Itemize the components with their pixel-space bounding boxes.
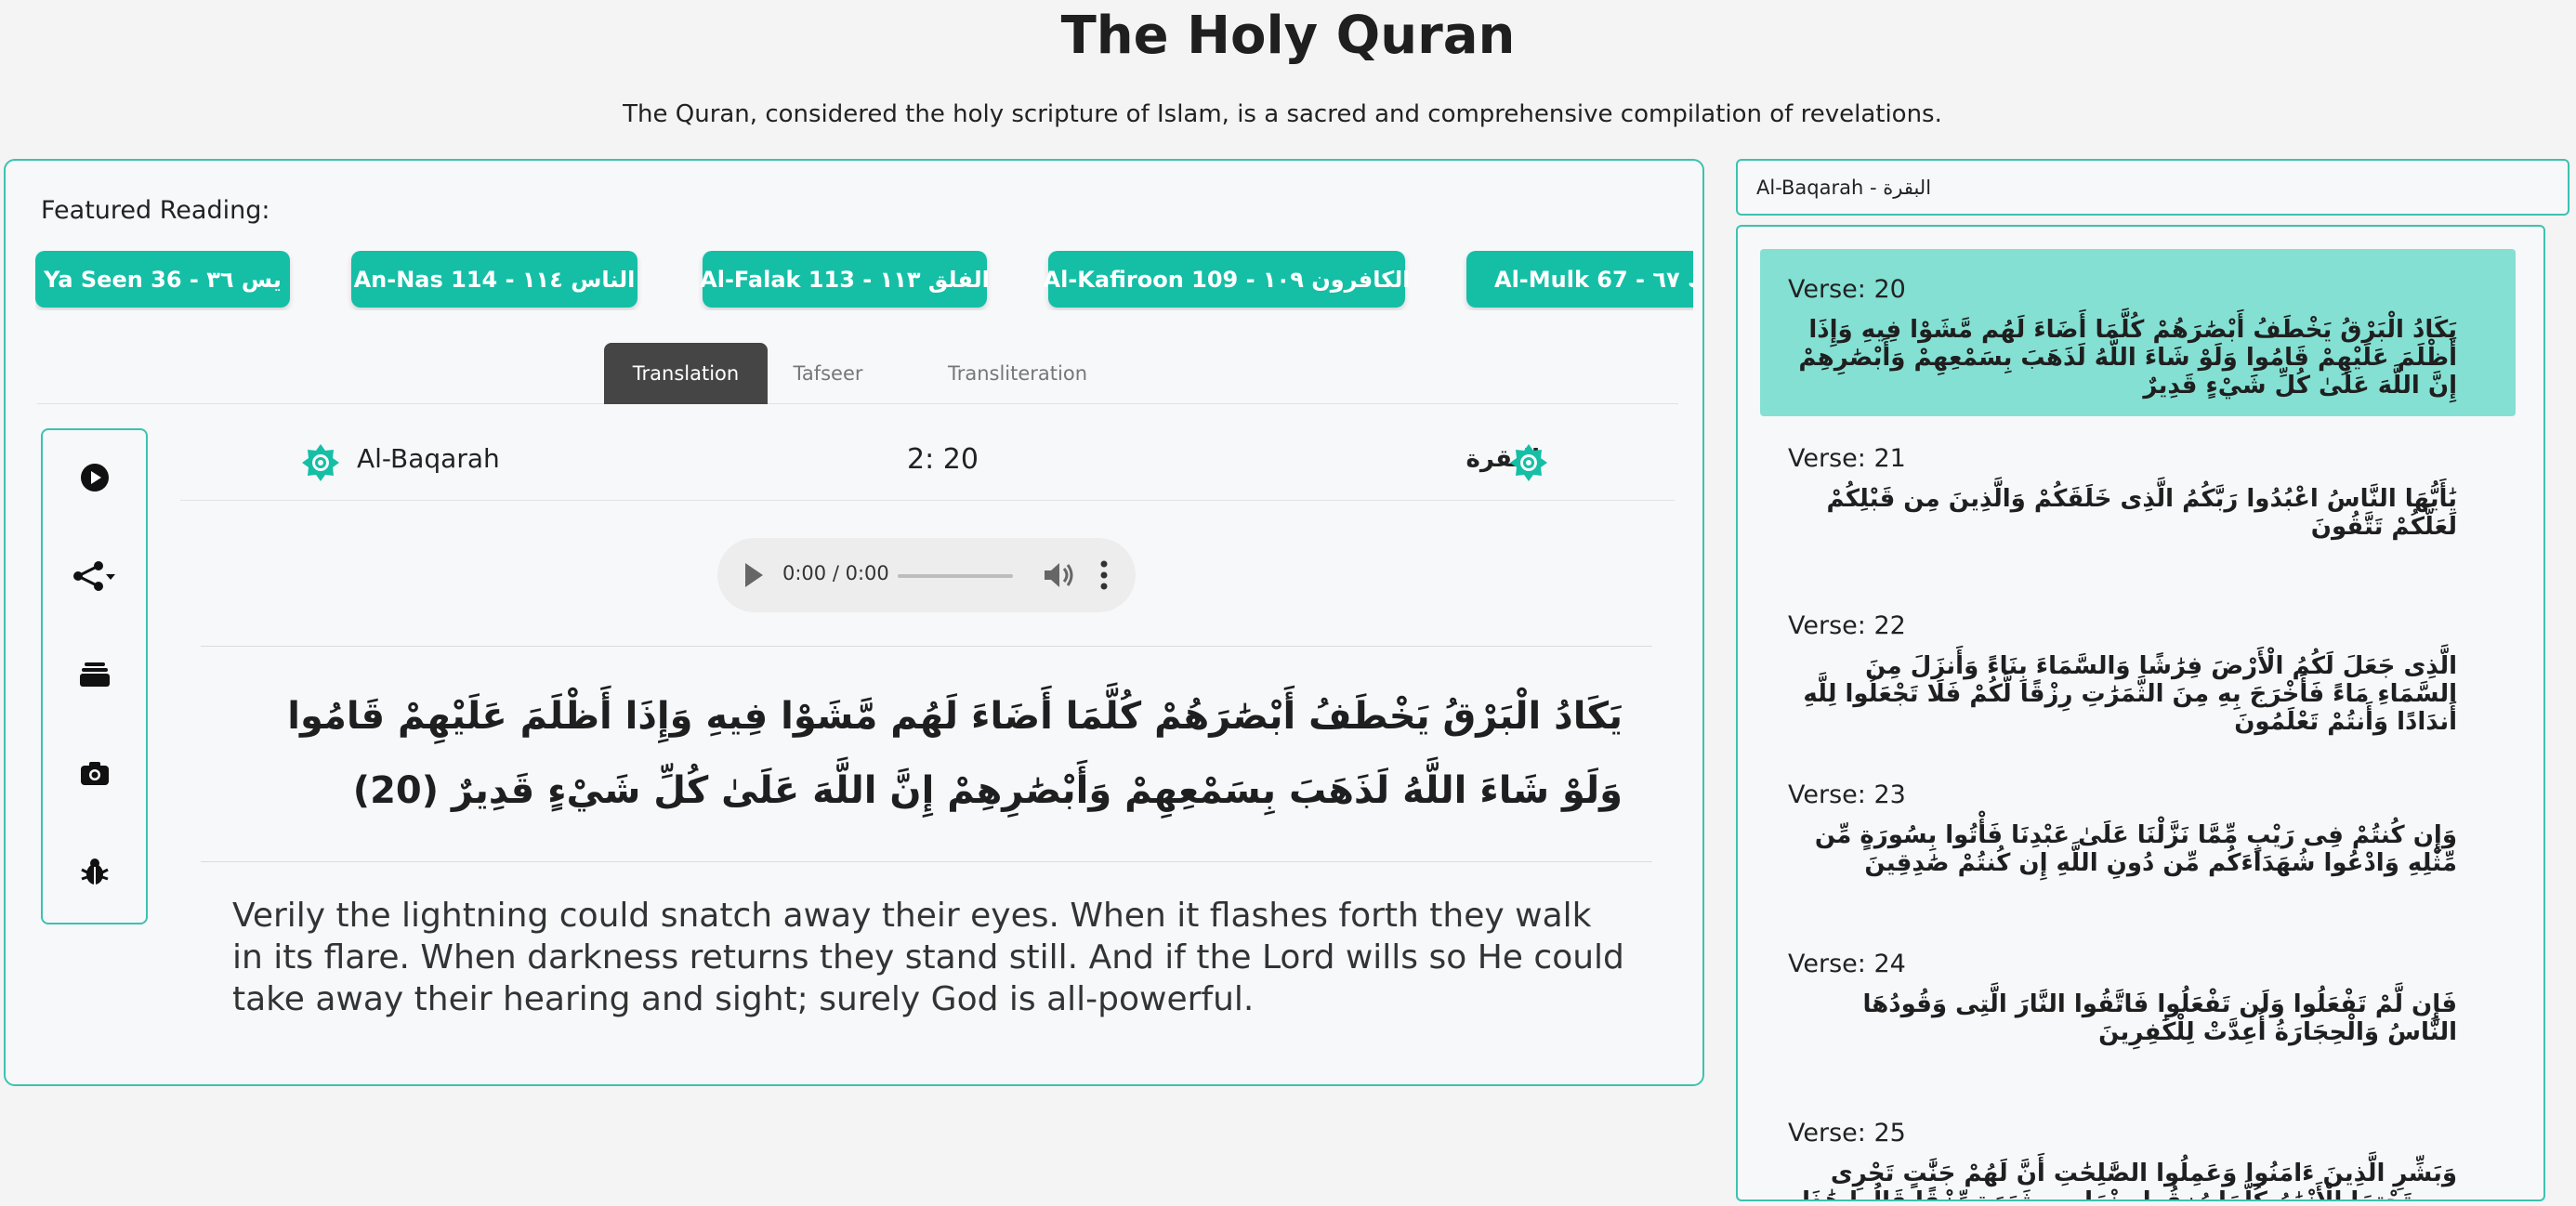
verse-label: Verse: 24 (1788, 950, 1906, 978)
verse-list: Verse: 20 يَكَادُ الْبَرْقُ يَخْطَفُ أَب… (1736, 225, 2545, 1201)
verse-toolbar (41, 428, 148, 924)
play-icon (80, 464, 109, 492)
verse-list-item[interactable]: Verse: 23 وَإِن كُنتُمْ فِى رَيْبٍ مِّمَ… (1760, 754, 2516, 922)
verse-label: Verse: 23 (1788, 780, 1906, 809)
verse-arabic-preview: يَٰأَيُّهَا النَّاسُ اعْبُدُوا رَبَّكُمُ… (1826, 485, 2457, 541)
bug-icon (80, 859, 109, 885)
audio-player[interactable]: 0:00 / 0:00 (717, 538, 1136, 612)
verse-arabic-preview: وَإِن كُنتُمْ فِى رَيْبٍ مِّمَّا نَزَّلْ… (1814, 821, 2457, 877)
featured-chip-al-kafiroon[interactable]: Al-Kafiroon 109 - الكافرون ١٠٩ (1044, 251, 1410, 308)
verse-reference: 2: 20 (907, 443, 979, 476)
tab-translation[interactable]: Translation (604, 343, 768, 404)
featured-chip-ya-seen[interactable]: Ya Seen 36 - يس ٣٦ (35, 251, 290, 308)
verse-arabic-preview: الَّذِى جَعَلَ لَكُمُ الْأَرْضَ فِرَٰشًا… (1803, 652, 2457, 736)
featured-chip-al-mulk[interactable]: Al-Mulk 67 - الملك ٦٧ (1466, 251, 1693, 308)
volume-icon[interactable] (1043, 560, 1074, 590)
verse-arabic-preview: فَإِن لَّمْ تَفْعَلُوا وَلَن تَفْعَلُوا … (1862, 990, 2457, 1046)
surah-star-icon (302, 444, 339, 481)
screenshot-button[interactable] (43, 750, 146, 796)
verse-header: Al-Baqarah 2: 20 البقرة (180, 423, 1675, 501)
reading-card: Featured Reading: Ya Seen 36 - يس ٣٦ An-… (4, 159, 1704, 1086)
verse-list-item[interactable]: Verse: 20 يَكَادُ الْبَرْقُ يَخْطَفُ أَب… (1760, 249, 2516, 416)
featured-chip-an-nas[interactable]: An-Nas 114 - الناس ١١٤ (351, 251, 637, 308)
featured-reading-title: Featured Reading: (41, 196, 270, 225)
verse-label: Verse: 25 (1788, 1119, 1906, 1147)
tab-tafseer[interactable]: Tafseer (768, 343, 888, 404)
divider (201, 861, 1652, 862)
content-tabs: Translation Tafseer Transliteration (37, 343, 1678, 404)
layers-icon (79, 662, 110, 687)
verse-arabic-text: يَكَادُ الْبَرْقُ يَخْطَفُ أَبْصَٰرَهُمْ… (287, 695, 1623, 812)
play-button[interactable] (43, 454, 146, 501)
verse-list-item[interactable]: Verse: 24 فَإِن لَّمْ تَفْعَلُوا وَلَن ت… (1760, 924, 2516, 1091)
surah-select[interactable]: Al-Baqarah - البقرة (1736, 159, 2569, 216)
audio-time: 0:00 / 0:00 (782, 562, 889, 584)
featured-chip-al-falak[interactable]: Al-Falak 113 - الفلق ١١٣ (700, 251, 990, 308)
audio-play-icon[interactable] (745, 563, 763, 587)
verse-list-item[interactable]: Verse: 21 يَٰأَيُّهَا النَّاسُ اعْبُدُوا… (1760, 418, 2516, 585)
more-options-icon[interactable] (1098, 558, 1110, 592)
verse-translation: Verily the lightning could snatch away t… (232, 897, 1624, 1018)
featured-reading-list: Ya Seen 36 - يس ٣٦ An-Nas 114 - الناس ١١… (35, 251, 1693, 310)
page-subtitle: The Quran, considered the holy scripture… (623, 100, 1942, 128)
collection-button[interactable] (43, 651, 146, 698)
verse-list-item[interactable]: Verse: 25 وَبَشِّرِ الَّذِينَ ءَامَنُوا … (1760, 1093, 2516, 1201)
verse-arabic-preview: يَكَادُ الْبَرْقُ يَخْطَفُ أَبْصَٰرَهُمْ… (1798, 316, 2457, 400)
audio-progress-bar[interactable] (898, 574, 1013, 578)
page-title: The Holy Quran (1060, 6, 1516, 66)
camera-icon (80, 762, 109, 785)
verse-list-item[interactable]: Verse: 22 الَّذِى جَعَلَ لَكُمُ الْأَرْض… (1760, 585, 2516, 753)
verse-label: Verse: 21 (1788, 444, 1906, 473)
verse-label: Verse: 22 (1788, 611, 1906, 640)
report-bug-button[interactable] (43, 848, 146, 895)
tab-transliteration[interactable]: Transliteration (929, 343, 1106, 404)
share-button[interactable] (43, 553, 146, 599)
surah-name: Al-Baqarah (357, 443, 500, 474)
surah-star-icon (1510, 444, 1547, 481)
verse-arabic-preview: وَبَشِّرِ الَّذِينَ ءَامَنُوا وَعَمِلُوا… (1802, 1160, 2457, 1201)
divider (201, 646, 1652, 647)
verse-label: Verse: 20 (1788, 275, 1906, 304)
share-icon (72, 561, 115, 591)
